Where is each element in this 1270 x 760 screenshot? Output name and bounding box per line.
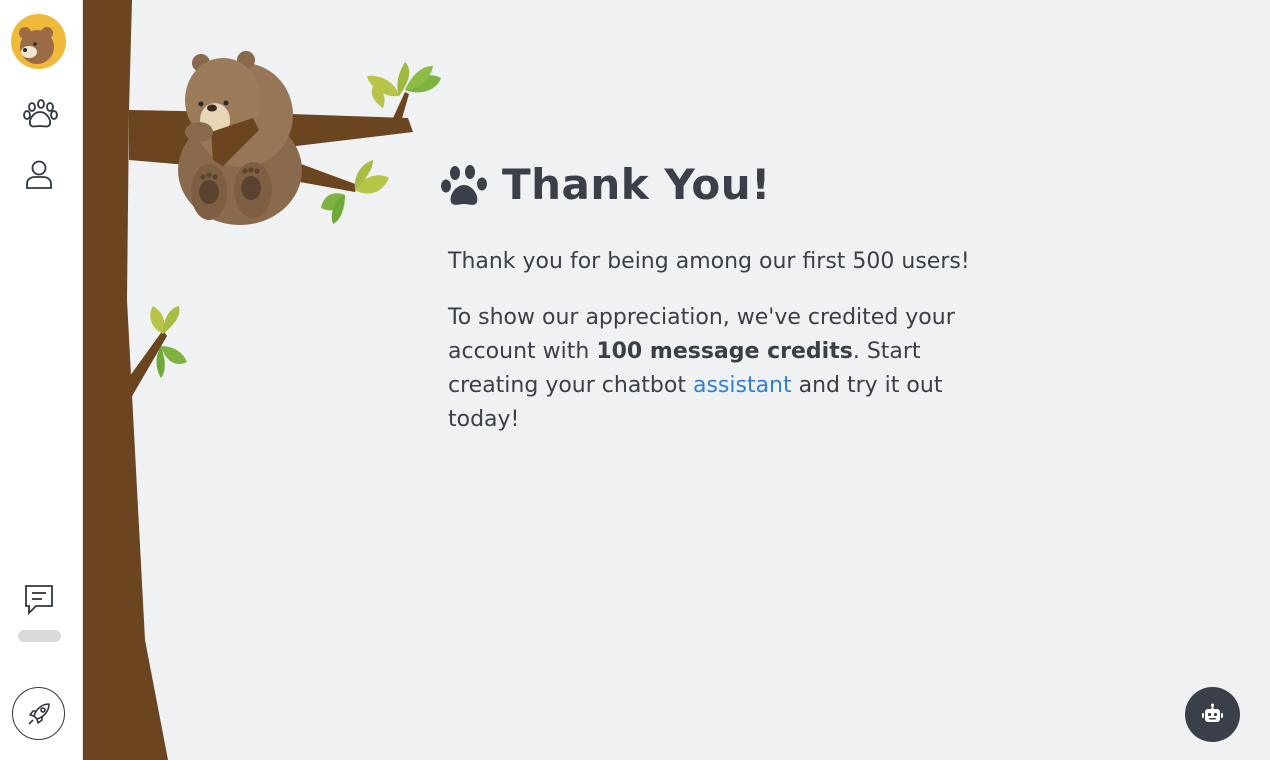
- credits-amount: 100 message credits: [596, 339, 853, 364]
- robot-icon: [1202, 703, 1223, 722]
- thank-you-panel: Thank You! Thank you for being among our…: [440, 160, 1020, 437]
- rocket-icon: [28, 703, 50, 725]
- nav-paw-button[interactable]: [19, 95, 59, 135]
- nav-messages-button[interactable]: [19, 580, 59, 620]
- paw-icon: [23, 99, 58, 128]
- user-icon: [26, 160, 52, 189]
- credits-text: To show our appreciation, we've credited…: [440, 301, 1008, 437]
- title-row: Thank You!: [440, 160, 1020, 209]
- rocket-button[interactable]: [12, 687, 65, 740]
- nav-profile-button[interactable]: [19, 155, 59, 195]
- chatbot-button[interactable]: [1185, 687, 1240, 742]
- sidebar: [0, 0, 83, 760]
- message-icon: [25, 585, 53, 616]
- bear-avatar-icon[interactable]: [11, 14, 66, 69]
- tree-bear-illustration: [83, 0, 441, 760]
- page-title: Thank You!: [502, 160, 771, 209]
- assistant-link[interactable]: assistant: [693, 373, 792, 398]
- sidebar-pill: [18, 630, 61, 642]
- intro-text: Thank you for being among our first 500 …: [448, 249, 970, 274]
- paw-icon: [441, 164, 487, 205]
